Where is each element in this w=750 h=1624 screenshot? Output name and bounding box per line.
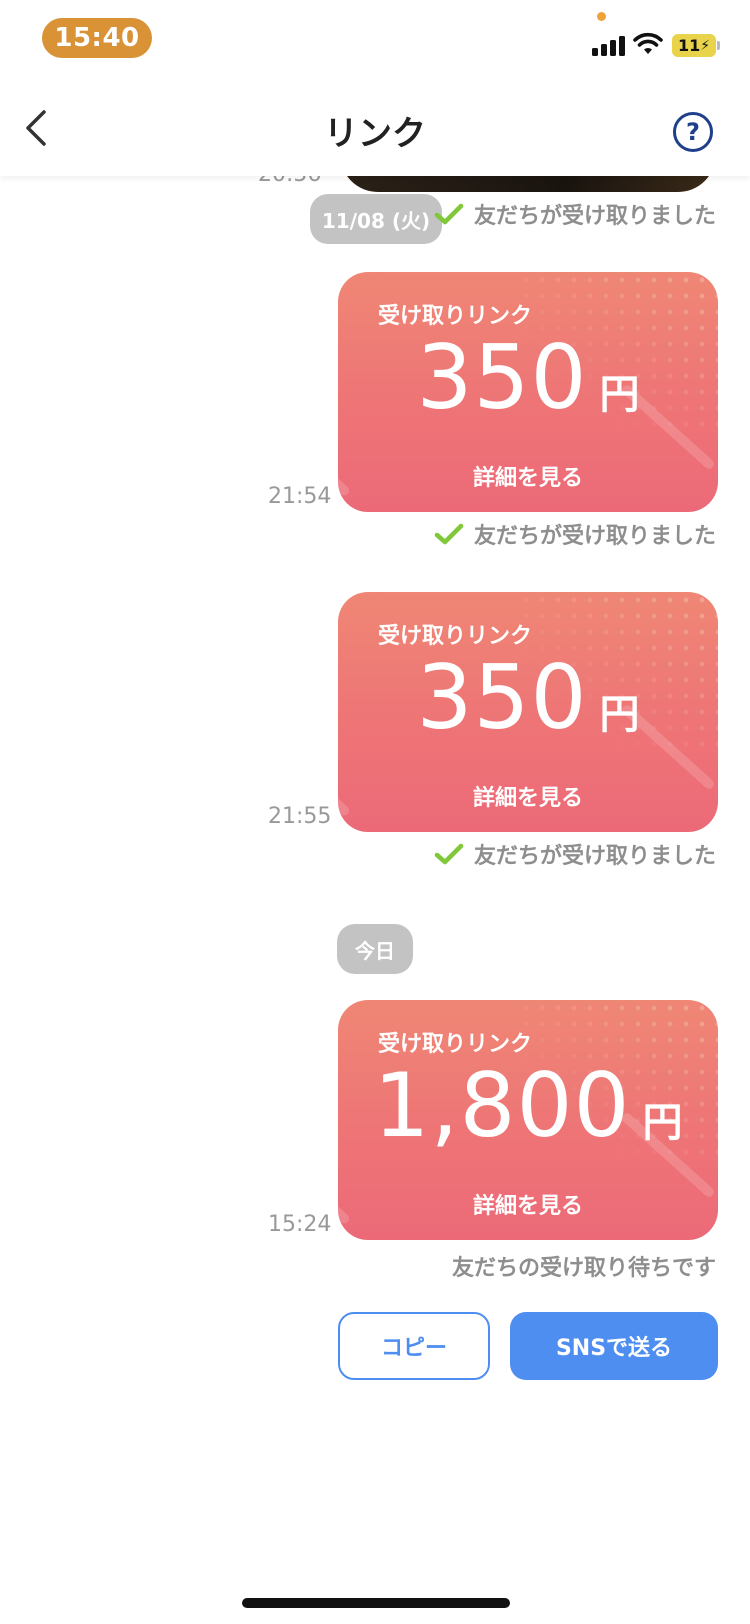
date-separator: 今日 [337, 924, 413, 974]
message-time: 15:24 [268, 1212, 332, 1237]
pending-status-text: 友だちの受け取り待ちです [451, 1256, 716, 1281]
send-via-sns-button[interactable]: SNSで送る [510, 1312, 718, 1380]
currency-unit: 円 [599, 372, 640, 418]
receive-link-card[interactable]: 受け取りリンク 350 円 詳細を見る [338, 592, 718, 832]
page-title: リンク [324, 114, 426, 154]
receive-status: 友だちが受け取りました [434, 518, 716, 550]
wifi-icon [633, 32, 663, 54]
amount-value: 350 [416, 646, 588, 749]
receive-status-text: 友だちが受け取りました [473, 844, 716, 869]
message-time: 21:54 [268, 484, 332, 509]
receive-link-card[interactable]: 受け取りリンク 350 円 詳細を見る [338, 272, 718, 512]
view-details-link[interactable]: 詳細を見る [338, 460, 718, 492]
check-icon [434, 843, 464, 865]
status-time: 15:40 [42, 18, 152, 58]
receive-link-card[interactable]: 受け取りリンク 1,800 円 詳細を見る [338, 1000, 718, 1240]
date-separator: 11/08 (火) [310, 194, 442, 244]
copy-button[interactable]: コピー [338, 1312, 490, 1380]
home-indicator[interactable] [242, 1598, 510, 1608]
currency-unit: 円 [642, 1100, 683, 1146]
privacy-indicator-dot [597, 12, 606, 21]
navigation-header: リンク ? [0, 80, 750, 176]
battery-cap [717, 41, 720, 50]
pending-status: 友だちの受け取り待ちです [452, 1250, 716, 1282]
card-amount: 1,800 円 [338, 1062, 718, 1150]
amount-value: 1,800 [373, 1054, 631, 1157]
cellular-signal-icon [592, 36, 628, 56]
battery-level: 11 [677, 36, 701, 55]
receive-status-text: 友だちが受け取りました [473, 524, 716, 549]
check-icon [434, 203, 464, 225]
receive-status: 友だちが受け取りました [434, 838, 716, 870]
receive-status: 友だちが受け取りました [434, 198, 716, 230]
view-details-link[interactable]: 詳細を見る [338, 1188, 718, 1220]
currency-unit: 円 [599, 692, 640, 738]
battery-icon: 11 ⚡ [672, 34, 716, 57]
status-bar: 15:40 11 ⚡ [0, 0, 750, 80]
card-amount: 350 円 [338, 654, 718, 742]
amount-value: 350 [416, 326, 588, 429]
card-amount: 350 円 [338, 334, 718, 422]
receive-status-text: 友だちが受け取りました [473, 204, 716, 229]
view-details-link[interactable]: 詳細を見る [338, 780, 718, 812]
check-icon [434, 523, 464, 545]
message-time: 21:55 [268, 804, 332, 829]
help-button[interactable]: ? [673, 112, 713, 152]
